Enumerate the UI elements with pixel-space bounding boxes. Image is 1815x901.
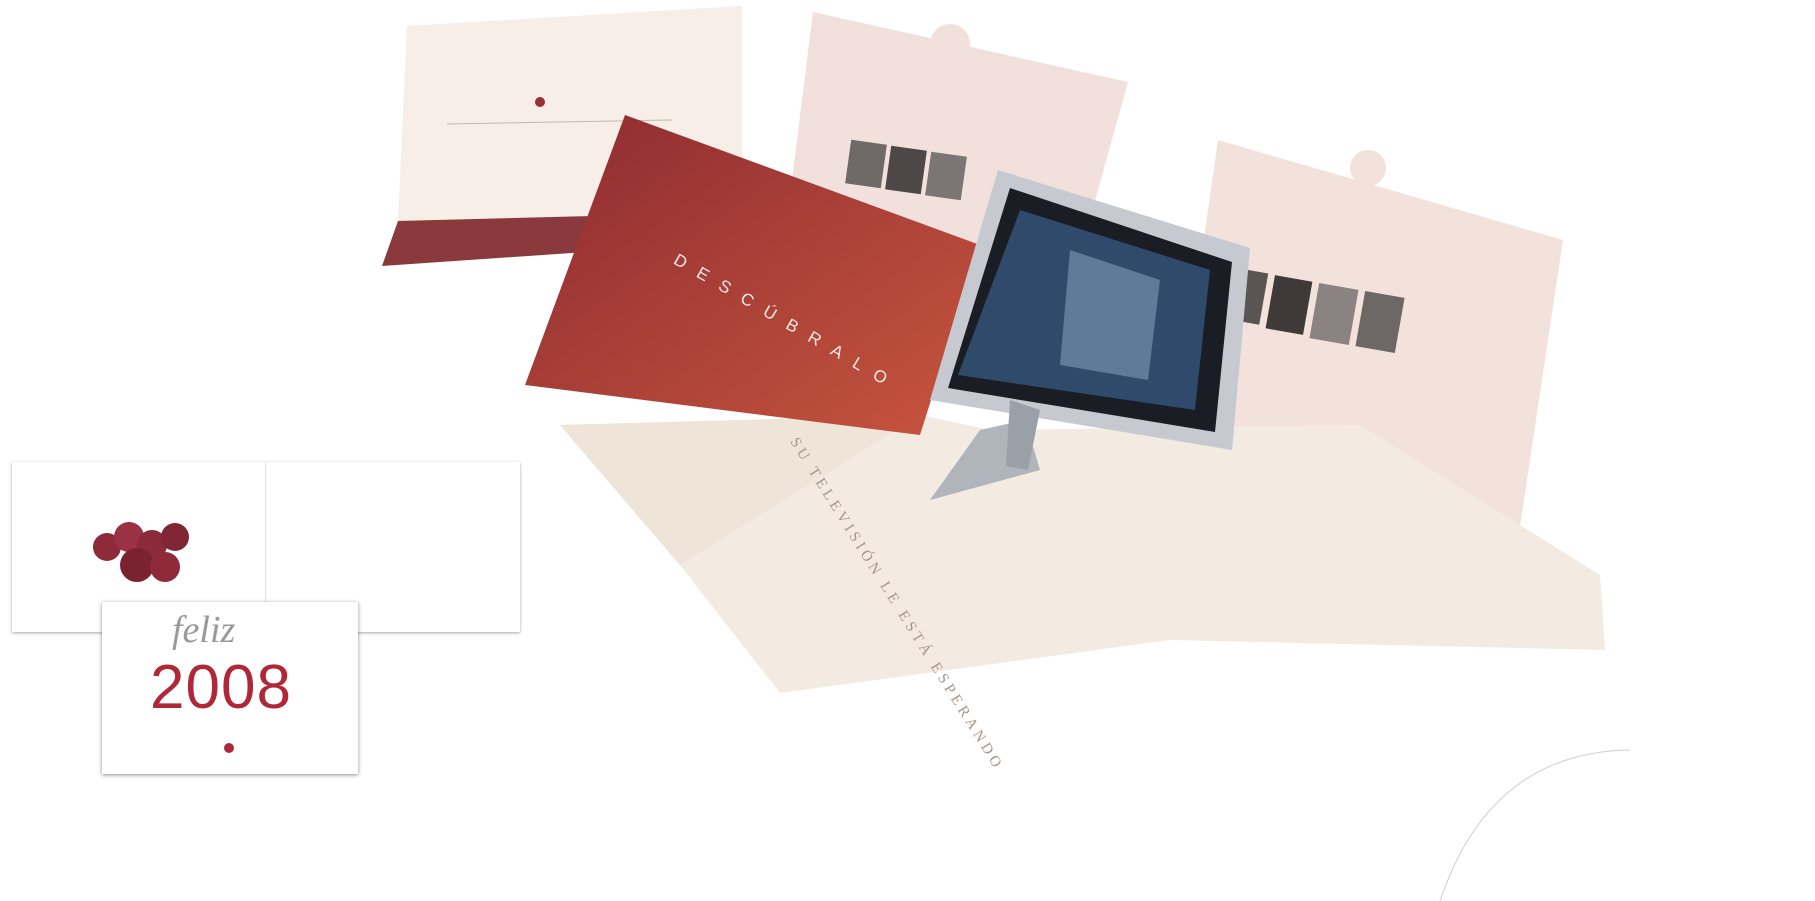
brand-mark	[224, 743, 234, 753]
year-text: 2008	[150, 653, 292, 722]
popup-tv	[930, 170, 1250, 500]
ornaments-image	[93, 522, 189, 582]
front-card: feliz 2008	[102, 602, 358, 774]
photo-scene: DESCÚBRALO SU TELEVISIÓN LE ESTÁ ESPERAN…	[0, 0, 1815, 901]
feliz-text: feliz	[172, 609, 236, 651]
corner-arc	[1439, 749, 1631, 901]
